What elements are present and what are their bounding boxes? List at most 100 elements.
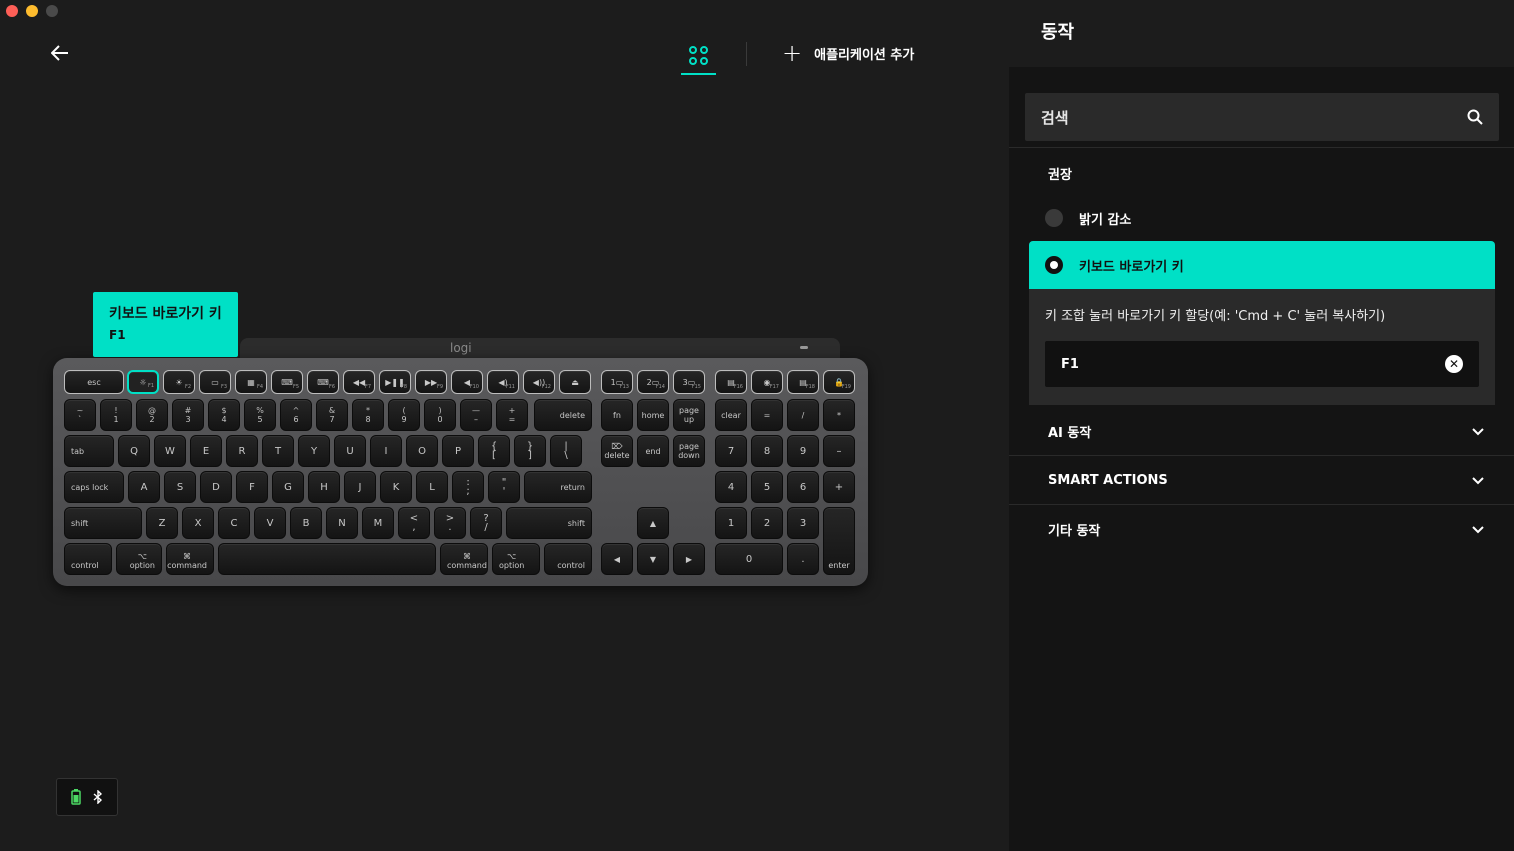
keyboard-key[interactable]: O	[406, 435, 438, 467]
control-key[interactable]: control	[544, 543, 592, 575]
keyboard-key[interactable]: C	[218, 507, 250, 539]
arrow-up-key[interactable]: ▲	[637, 507, 669, 539]
keyboard-key[interactable]: Z	[146, 507, 178, 539]
function-key[interactable]: ▤ F18	[787, 370, 819, 394]
keyboard-key[interactable]: *	[823, 399, 855, 431]
keyboard-key[interactable]: =	[751, 399, 783, 431]
zero-key[interactable]: 0	[715, 543, 783, 575]
keyboard-key[interactable]: –	[823, 435, 855, 467]
keyboard-key[interactable]: (9	[388, 399, 420, 431]
function-key[interactable]: ◀◀ F7	[343, 370, 375, 394]
control-key[interactable]: control	[64, 543, 112, 575]
function-key[interactable]: ⏏	[559, 370, 591, 394]
keyboard-key[interactable]: % 5	[244, 399, 276, 431]
radio-button[interactable]	[1045, 209, 1063, 227]
keyboard-key[interactable]: G	[272, 471, 304, 503]
keyboard-key[interactable]: 1	[715, 507, 747, 539]
option-key[interactable]: ⌥ option	[116, 543, 162, 575]
keyboard-key[interactable]: ! 1	[100, 399, 132, 431]
option-key[interactable]: ⌥ option	[492, 543, 540, 575]
keyboard-key[interactable]: — –	[460, 399, 492, 431]
keyboard-key[interactable]: U	[334, 435, 366, 467]
accordion-other-actions[interactable]: 기타 동작	[1009, 505, 1514, 554]
accordion-smart-actions[interactable]: SMART ACTIONS	[1009, 456, 1514, 505]
delete-key[interactable]: delete	[534, 399, 592, 431]
keyboard-key[interactable]: 3	[787, 507, 819, 539]
function-key[interactable]: ▤ F16	[715, 370, 747, 394]
keyboard-key[interactable]: R	[226, 435, 258, 467]
return-key[interactable]: return	[524, 471, 592, 503]
keyboard-key[interactable]: #3	[172, 399, 204, 431]
space-bar[interactable]	[218, 543, 436, 575]
keyboard-key[interactable]: H	[308, 471, 340, 503]
keyboard-key[interactable]: J	[344, 471, 376, 503]
function-key[interactable]: 1▭ F13	[601, 370, 633, 394]
close-window-button[interactable]	[6, 5, 18, 17]
function-key[interactable]: ▶▶ F9	[415, 370, 447, 394]
function-key[interactable]: ⌨ F6	[307, 370, 339, 394]
keyboard-key[interactable]: F	[236, 471, 268, 503]
keyboard-key[interactable]: :;	[452, 471, 484, 503]
keyboard-key[interactable]: fn	[601, 399, 633, 431]
function-key[interactable]: ▶❚❚ F8	[379, 370, 411, 394]
keyboard-key[interactable]: 4	[715, 471, 747, 503]
keyboard-key[interactable]: home	[637, 399, 669, 431]
function-key[interactable]: ☀ F2	[163, 370, 195, 394]
keyboard-key[interactable]: P	[442, 435, 474, 467]
keyboard-key[interactable]: ? /	[470, 507, 502, 539]
function-key[interactable]: 3▭ F15	[673, 370, 705, 394]
keyboard-key[interactable]: page up	[673, 399, 705, 431]
apps-tab[interactable]	[681, 40, 716, 76]
left-shift-key[interactable]: shift	[64, 507, 142, 539]
arrow-left-key[interactable]: ◀	[601, 543, 633, 575]
keyboard-key[interactable]: * 8	[352, 399, 384, 431]
option-brightness-down[interactable]: 밝기 감소	[1029, 195, 1495, 241]
caps-lock-key[interactable]: caps lock	[64, 471, 124, 503]
tab-key[interactable]: tab	[64, 435, 114, 467]
radio-button-selected[interactable]	[1045, 256, 1063, 274]
keyboard-key[interactable]: K	[380, 471, 412, 503]
function-key[interactable]: ▭ F3	[199, 370, 231, 394]
option-keyboard-shortcut[interactable]: 키보드 바로가기 키	[1029, 241, 1495, 289]
keyboard-key[interactable]: ~ `	[64, 399, 96, 431]
function-key[interactable]: ◀)) F12	[523, 370, 555, 394]
keyboard-key[interactable]: end	[637, 435, 669, 467]
keyboard-key[interactable]: I	[370, 435, 402, 467]
keyboard-key[interactable]: <,	[398, 507, 430, 539]
search-input[interactable]: 검색	[1025, 93, 1499, 141]
key-f1-selected[interactable]: ☼ F1	[127, 370, 159, 394]
keyboard-key[interactable]: clear	[715, 399, 747, 431]
keyboard-key[interactable]: T	[262, 435, 294, 467]
accordion-ai-actions[interactable]: AI 동작	[1009, 407, 1514, 456]
keyboard-key[interactable]: X	[182, 507, 214, 539]
command-key[interactable]: ⌘ command	[166, 543, 214, 575]
keyboard-key[interactable]: 9	[787, 435, 819, 467]
keyboard-key[interactable]: N	[326, 507, 358, 539]
keyboard-key[interactable]: ⌦ delete	[601, 435, 633, 467]
arrow-down-key[interactable]: ▼	[637, 543, 669, 575]
keyboard-key[interactable]: W	[154, 435, 186, 467]
arrow-right-key[interactable]: ▶	[673, 543, 705, 575]
maximize-window-button[interactable]	[46, 5, 58, 17]
keyboard-key[interactable]: @2	[136, 399, 168, 431]
keyboard-key[interactable]: 7	[715, 435, 747, 467]
keyboard-key[interactable]: M	[362, 507, 394, 539]
keyboard-key[interactable]: }]	[514, 435, 546, 467]
function-key[interactable]: 🔒 F19	[823, 370, 855, 394]
right-shift-key[interactable]: shift	[506, 507, 592, 539]
keyboard-key[interactable]: /	[787, 399, 819, 431]
function-key[interactable]: ◀) F11	[487, 370, 519, 394]
function-key[interactable]: ◉ F17	[751, 370, 783, 394]
keyboard-key[interactable]: $4	[208, 399, 240, 431]
keyboard-key[interactable]: B	[290, 507, 322, 539]
keyboard-key[interactable]: 8	[751, 435, 783, 467]
keyboard-key[interactable]: ^ 6	[280, 399, 312, 431]
keyboard-key[interactable]: {[	[478, 435, 510, 467]
keyboard-key[interactable]: A	[128, 471, 160, 503]
decimal-key[interactable]: .	[787, 543, 819, 575]
back-button[interactable]	[46, 39, 74, 67]
shortcut-field[interactable]: F1 ✕	[1045, 341, 1479, 387]
function-key[interactable]: ◀ F10	[451, 370, 483, 394]
keyboard-key[interactable]: ) 0	[424, 399, 456, 431]
keyboard-key[interactable]: D	[200, 471, 232, 503]
